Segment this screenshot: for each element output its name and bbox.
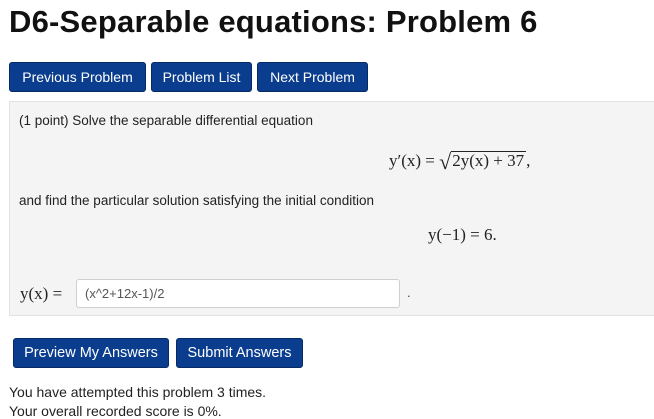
next-problem-button[interactable]: Next Problem <box>257 62 368 92</box>
attempts-status: You have attempted this problem 3 times. <box>9 384 267 400</box>
page-title: D6-Separable equations: Problem 6 <box>9 4 538 39</box>
preview-answers-button[interactable]: Preview My Answers <box>13 338 169 368</box>
answer-input[interactable] <box>76 279 400 308</box>
condition-text: and find the particular solution satisfy… <box>19 193 374 208</box>
problem-intro: (1 point) Solve the separable differenti… <box>19 113 313 128</box>
equation-trail: , <box>526 151 531 170</box>
answer-label: y(x) = <box>20 284 63 303</box>
previous-problem-button[interactable]: Previous Problem <box>9 62 146 92</box>
problem-list-button[interactable]: Problem List <box>151 62 252 92</box>
equation-lhs: y′(x) = <box>389 151 435 170</box>
sqrt-symbol: √2y(x) + 37 <box>439 149 527 174</box>
submit-answers-button[interactable]: Submit Answers <box>176 338 303 368</box>
differential-equation: y′(x) = √2y(x) + 37 , <box>389 146 531 174</box>
score-status: Your overall recorded score is 0%. <box>9 403 222 419</box>
initial-condition: y(−1) = 6. <box>428 225 497 244</box>
answer-trail: . <box>407 285 411 300</box>
equation-radicand: 2y(x) + 37 <box>451 151 527 170</box>
